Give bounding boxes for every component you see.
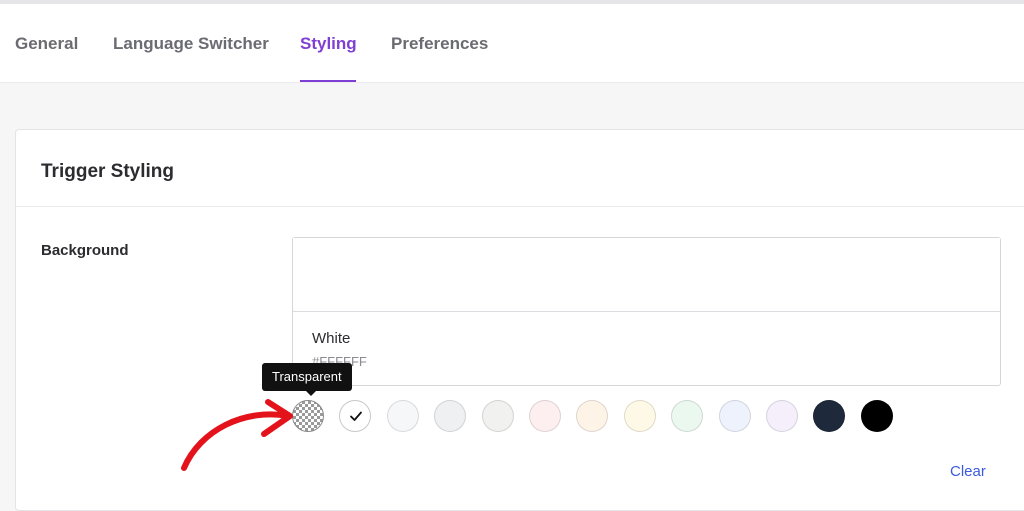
swatch-purple-50[interactable] <box>766 400 798 432</box>
tab-preferences[interactable]: Preferences <box>391 34 488 54</box>
swatch-gray-warm-100[interactable] <box>482 400 514 432</box>
swatch-green-50[interactable] <box>671 400 703 432</box>
trigger-styling-card: Trigger Styling Background White #FFFFFF <box>15 129 1024 511</box>
color-preview <box>293 238 1000 312</box>
transparent-tooltip: Transparent <box>262 363 352 396</box>
swatch-orange-50[interactable] <box>576 400 608 432</box>
tab-bar: General Language Switcher Styling Prefer… <box>0 4 1024 83</box>
swatch-red-50[interactable] <box>529 400 561 432</box>
annotation-arrow-icon <box>181 399 293 471</box>
checkmark-icon <box>350 411 362 421</box>
swatch-gray-50[interactable] <box>387 400 419 432</box>
color-picker[interactable]: White #FFFFFF <box>292 237 1001 386</box>
tab-styling[interactable]: Styling <box>300 34 357 54</box>
swatch-gray-100[interactable] <box>434 400 466 432</box>
background-label: Background <box>41 242 129 259</box>
clear-button[interactable]: Clear <box>950 463 986 480</box>
swatch-navy[interactable] <box>813 400 845 432</box>
swatch-yellow-50[interactable] <box>624 400 656 432</box>
swatch-white[interactable] <box>339 400 371 432</box>
divider <box>16 206 1024 207</box>
section-title: Trigger Styling <box>41 161 175 182</box>
active-tab-indicator <box>300 80 356 82</box>
swatch-black[interactable] <box>861 400 893 432</box>
swatch-blue-50[interactable] <box>719 400 751 432</box>
tab-general[interactable]: General <box>15 34 78 54</box>
tab-language-switcher[interactable]: Language Switcher <box>113 34 269 54</box>
color-name: White <box>312 330 351 347</box>
